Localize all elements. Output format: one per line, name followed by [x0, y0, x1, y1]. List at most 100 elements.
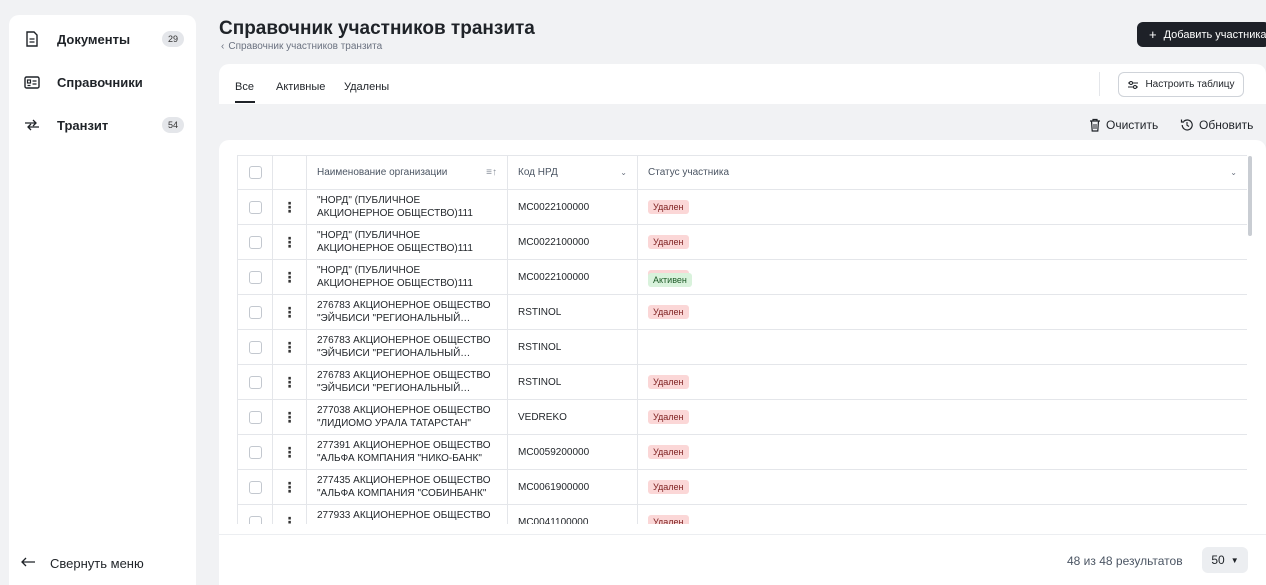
status-cell: Удален — [637, 189, 1247, 225]
table-row[interactable]: ⋮ 277038 АКЦИОНЕРНОЕ ОБЩЕСТВО "ЛИДИОМО УР… — [237, 399, 1247, 435]
scrollbar-thumb[interactable] — [1248, 156, 1252, 236]
breadcrumb[interactable]: ‹ Справочник участников транзита — [221, 41, 382, 52]
org-name: 276783 АКЦИОНЕРНОЕ ОБЩЕСТВО "ЭЙЧБИСИ "РЕ… — [317, 300, 491, 324]
clear-label: Очистить — [1106, 118, 1159, 132]
table-row[interactable]: ⋮ 276783 АКЦИОНЕРНОЕ ОБЩЕСТВО "ЭЙЧБИСИ "Р… — [237, 364, 1247, 400]
more-vertical-icon[interactable]: ⋮ — [283, 480, 297, 494]
org-name-cell: "НОРД" (ПУБЛИЧНОЕ АКЦИОНЕРНОЕ ОБЩЕСТВО)1… — [306, 189, 508, 225]
row-select-cell — [237, 504, 273, 524]
nrd-code-cell: VEDREKO — [507, 399, 638, 435]
row-select-cell — [237, 294, 273, 330]
status-cell: Удален — [637, 259, 1247, 295]
chevron-down-icon[interactable]: ⌄ — [1230, 168, 1237, 177]
row-menu-cell: ⋮ — [272, 469, 307, 505]
sidebar-item-documents[interactable]: Документы 29 — [9, 22, 196, 56]
org-name: 277435 АКЦИОНЕРНОЕ ОБЩЕСТВО "АЛЬФА КОМПА… — [317, 475, 491, 499]
more-vertical-icon[interactable]: ⋮ — [283, 515, 297, 525]
org-name-cell: 277435 АКЦИОНЕРНОЕ ОБЩЕСТВО "АЛЬФА КОМПА… — [306, 469, 508, 505]
configure-table-label: Настроить таблицу — [1145, 79, 1235, 90]
row-checkbox[interactable] — [248, 480, 262, 494]
row-checkbox[interactable] — [248, 270, 262, 284]
row-checkbox[interactable] — [248, 375, 262, 389]
document-icon — [23, 30, 41, 48]
more-vertical-icon[interactable]: ⋮ — [283, 410, 297, 424]
status-badge: Удален — [648, 375, 689, 389]
tab-active[interactable]: Активные — [276, 81, 325, 93]
row-checkbox[interactable] — [248, 200, 262, 214]
status-cell: Удален — [637, 399, 1247, 435]
row-checkbox[interactable] — [248, 340, 262, 354]
status-cell: Удален — [637, 364, 1247, 400]
row-checkbox[interactable] — [248, 445, 262, 459]
select-all-checkbox[interactable] — [248, 166, 262, 179]
nrd-code: MC0059200000 — [518, 446, 590, 458]
column-header-status[interactable]: Статус участника ⌄ — [637, 155, 1247, 190]
row-select-cell — [237, 329, 273, 365]
table-row[interactable]: ⋮ 277933 АКЦИОНЕРНОЕ ОБЩЕСТВО "КУБАНЬ БАН… — [237, 504, 1247, 525]
status-badge: Удален — [648, 305, 689, 319]
column-header-name[interactable]: Наименование организации ≡↑ — [306, 155, 508, 190]
nrd-code: RSTINOL — [518, 306, 562, 318]
more-vertical-icon[interactable]: ⋮ — [283, 445, 297, 459]
row-menu-cell: ⋮ — [272, 434, 307, 470]
chevron-down-icon: ▼ — [1230, 555, 1239, 565]
nrd-code: VEDREKO — [518, 411, 567, 423]
history-icon — [1180, 119, 1193, 131]
more-vertical-icon[interactable]: ⋮ — [283, 340, 297, 354]
table-row[interactable]: ⋮ "НОРД" (ПУБЛИЧНОЕ АКЦИОНЕРНОЕ ОБЩЕСТВО)… — [237, 259, 1247, 295]
row-checkbox[interactable] — [248, 305, 262, 319]
row-checkbox[interactable] — [248, 235, 262, 249]
more-vertical-icon[interactable]: ⋮ — [283, 200, 297, 214]
sidebar-item-directories[interactable]: Справочники — [9, 65, 196, 99]
org-name-cell: "НОРД" (ПУБЛИЧНОЕ АКЦИОНЕРНОЕ ОБЩЕСТВО)1… — [306, 224, 508, 260]
nrd-code-cell: RSTINOL — [507, 294, 638, 330]
tab-deleted[interactable]: Удалены — [344, 81, 389, 93]
table-row[interactable]: ⋮ 277391 АКЦИОНЕРНОЕ ОБЩЕСТВО "АЛЬФА КОМП… — [237, 434, 1247, 470]
tab-all[interactable]: Все — [235, 81, 254, 93]
breadcrumb-label: Справочник участников транзита — [228, 41, 383, 52]
row-checkbox[interactable] — [248, 515, 262, 524]
collapse-menu-button[interactable]: Свернуть меню — [20, 554, 144, 572]
sidebar-item-label: Справочники — [57, 74, 143, 90]
more-vertical-icon[interactable]: ⋮ — [283, 235, 297, 249]
row-select-cell — [237, 364, 273, 400]
sort-icon[interactable]: ≡↑ — [486, 167, 497, 178]
menu-column-header — [272, 155, 307, 190]
chevron-left-icon: ‹ — [221, 41, 225, 52]
row-menu-cell: ⋮ — [272, 329, 307, 365]
collapse-menu-label: Свернуть меню — [50, 555, 144, 571]
id-card-icon — [23, 73, 41, 91]
org-name: 276783 АКЦИОНЕРНОЕ ОБЩЕСТВО "ЭЙЧБИСИ "РЕ… — [317, 370, 491, 394]
org-name: "НОРД" (ПУБЛИЧНОЕ АКЦИОНЕРНОЕ ОБЩЕСТВО)1… — [317, 195, 473, 219]
per-page-select[interactable]: 50 ▼ — [1202, 547, 1248, 573]
refresh-button[interactable]: Обновить — [1180, 118, 1253, 132]
column-header-code[interactable]: Код НРД ⌄ — [507, 155, 638, 190]
table-row[interactable]: ⋮ 276783 АКЦИОНЕРНОЕ ОБЩЕСТВО "ЭЙЧБИСИ "Р… — [237, 294, 1247, 330]
more-vertical-icon[interactable]: ⋮ — [283, 270, 297, 284]
more-vertical-icon[interactable]: ⋮ — [283, 375, 297, 389]
clear-button[interactable]: Очистить — [1089, 118, 1158, 132]
more-vertical-icon[interactable]: ⋮ — [283, 305, 297, 319]
org-name: 277391 АКЦИОНЕРНОЕ ОБЩЕСТВО "АЛЬФА КОМПА… — [317, 440, 491, 464]
row-checkbox[interactable] — [248, 410, 262, 424]
table-header-row: Наименование организации ≡↑ Код НРД ⌄ Стат… — [237, 155, 1247, 190]
table-row[interactable]: ⋮ 277435 АКЦИОНЕРНОЕ ОБЩЕСТВО "АЛЬФА КОМП… — [237, 469, 1247, 505]
participants-table: Наименование организации ≡↑ Код НРД ⌄ Стат… — [237, 155, 1247, 524]
table-row[interactable]: ⋮ "НОРД" (ПУБЛИЧНОЕ АКЦИОНЕРНОЕ ОБЩЕСТВО)… — [237, 189, 1247, 225]
settings-sliders-icon — [1128, 80, 1139, 89]
org-name-cell: "НОРД" (ПУБЛИЧНОЕ АКЦИОНЕРНОЕ ОБЩЕСТВО)1… — [306, 259, 508, 295]
nrd-code: RSTINOL — [518, 341, 562, 353]
add-participant-button[interactable]: + Добавить участника — [1137, 22, 1266, 47]
status-badge: Удален — [648, 445, 689, 459]
nrd-code-cell: RSTINOL — [507, 329, 638, 365]
chevron-down-icon[interactable]: ⌄ — [620, 168, 627, 177]
table-row[interactable]: ⋮ "НОРД" (ПУБЛИЧНОЕ АКЦИОНЕРНОЕ ОБЩЕСТВО)… — [237, 224, 1247, 260]
status-badge: Удален — [648, 515, 689, 524]
configure-table-button[interactable]: Настроить таблицу — [1118, 72, 1244, 97]
active-tab-indicator — [235, 101, 255, 103]
table-row[interactable]: ⋮ 276783 АКЦИОНЕРНОЕ ОБЩЕСТВО "ЭЙЧБИСИ "Р… — [237, 273, 1247, 365]
trash-icon — [1090, 118, 1100, 132]
arrow-left-icon — [20, 554, 36, 572]
sidebar-item-transit[interactable]: Транзит 54 — [9, 108, 196, 142]
table-card: Наименование организации ≡↑ Код НРД ⌄ Стат… — [219, 140, 1266, 585]
